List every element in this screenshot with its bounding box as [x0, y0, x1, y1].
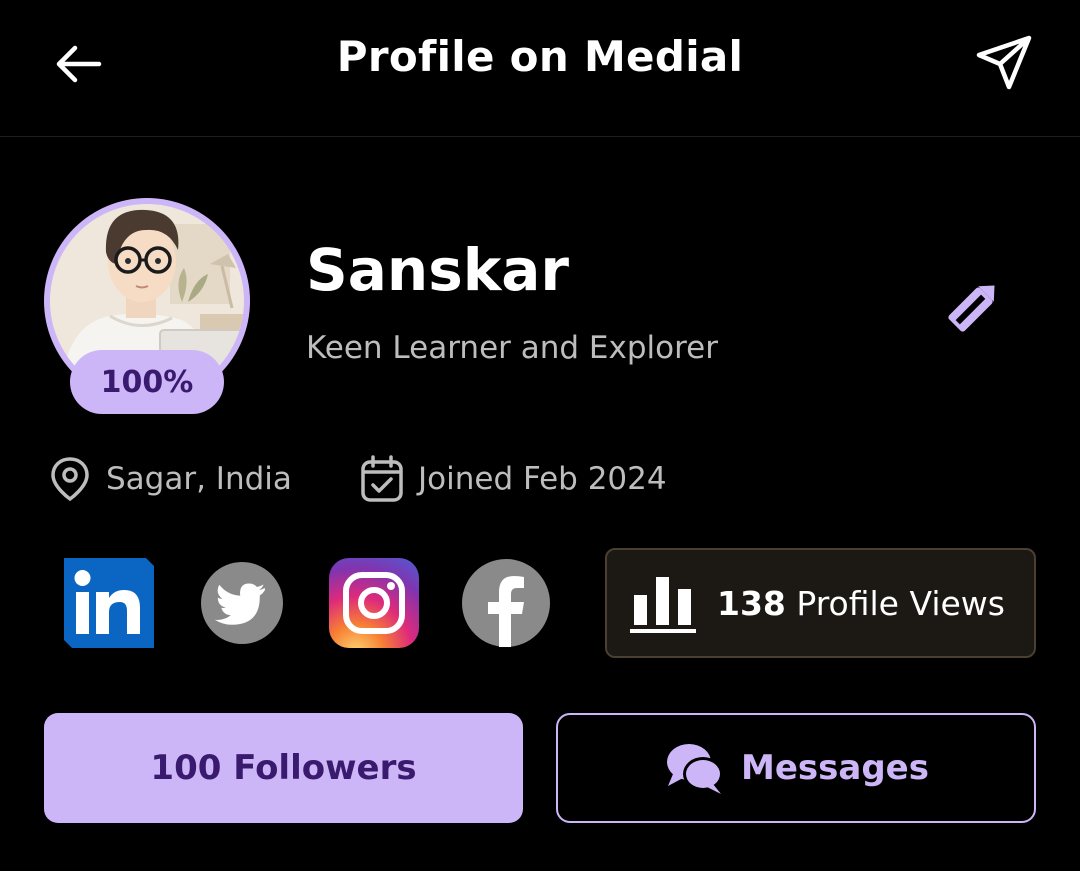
- page-title: Profile on Medial: [336, 32, 744, 81]
- profile-views-card[interactable]: 138 Profile Views: [605, 548, 1036, 658]
- calendar-check-icon: [358, 455, 406, 503]
- profile-screen: Profile on Medial 100% Sanskar Keen Lear…: [0, 0, 1080, 871]
- location-text: Sagar, India: [106, 461, 292, 497]
- profile-name: Sanskar: [306, 236, 570, 304]
- linkedin-link[interactable]: [64, 558, 154, 648]
- joined-text: Joined Feb 2024: [418, 461, 667, 497]
- instagram-link[interactable]: [329, 558, 419, 648]
- followers-button[interactable]: 100 Followers: [44, 713, 523, 823]
- messages-button[interactable]: Messages: [556, 713, 1036, 823]
- header-bar: Profile on Medial: [0, 0, 1080, 137]
- send-icon: [976, 35, 1032, 90]
- profile-views-label: Profile Views: [785, 583, 1005, 623]
- messages-label: Messages: [741, 748, 929, 788]
- profile-views-count: 138: [717, 583, 786, 623]
- instagram-icon: [329, 558, 419, 648]
- facebook-icon: [462, 559, 550, 647]
- chat-bubbles-icon: [663, 738, 727, 798]
- twitter-link[interactable]: [197, 558, 287, 648]
- location-row: Sagar, India: [46, 452, 292, 506]
- profile-bio: Keen Learner and Explorer: [306, 330, 718, 366]
- followers-label: 100 Followers: [150, 748, 417, 788]
- share-button[interactable]: [970, 30, 1036, 96]
- bar-chart-icon: [629, 571, 699, 635]
- linkedin-icon: [64, 558, 154, 648]
- profile-views-text: 138 Profile Views: [717, 584, 1005, 623]
- edit-profile-button[interactable]: [938, 270, 1010, 342]
- profile-completion-badge: 100%: [70, 350, 224, 414]
- joined-row: Joined Feb 2024: [358, 452, 667, 506]
- twitter-icon: [201, 562, 283, 644]
- location-pin-icon: [46, 455, 94, 503]
- facebook-link[interactable]: [461, 558, 551, 648]
- pencil-icon: [948, 285, 995, 332]
